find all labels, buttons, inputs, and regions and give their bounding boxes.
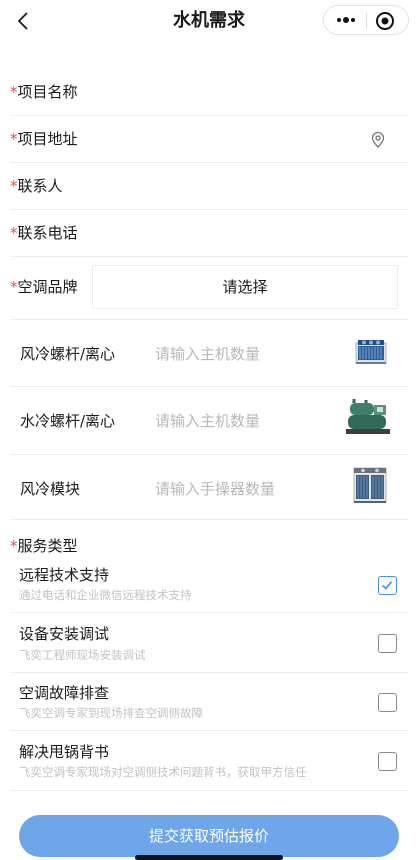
water-cooled-screw-quantity-input[interactable]: 请输入主机数量 bbox=[155, 410, 260, 432]
required-mark: * bbox=[10, 130, 18, 148]
checkbox-unchecked[interactable] bbox=[378, 634, 397, 653]
ac-brand-select[interactable]: 请选择 bbox=[92, 265, 398, 309]
water-cooled-chiller-image bbox=[346, 399, 390, 434]
required-mark: * bbox=[10, 177, 18, 195]
home-indicator bbox=[135, 855, 283, 860]
air-cooled-chiller-image bbox=[355, 340, 387, 364]
divider bbox=[10, 519, 408, 520]
required-mark: * bbox=[10, 224, 18, 242]
project-name-label: 项目名称 bbox=[17, 83, 78, 101]
divider bbox=[10, 256, 408, 257]
mini-program-capsule bbox=[323, 5, 409, 35]
ac-brand-label: 空调品牌 bbox=[17, 278, 78, 296]
contact-field[interactable]: *联系人 bbox=[10, 175, 63, 197]
check-icon bbox=[381, 581, 393, 590]
location-icon[interactable] bbox=[369, 131, 387, 149]
divider bbox=[10, 319, 408, 320]
divider bbox=[10, 672, 408, 673]
service-type-title: 服务类型 bbox=[17, 537, 78, 555]
divider bbox=[10, 115, 408, 116]
service-desc: 通过电话和企业微信远程技术支持 bbox=[19, 588, 192, 602]
divider bbox=[10, 730, 408, 731]
checkbox-unchecked[interactable] bbox=[378, 693, 397, 712]
ac-brand-label-group: *空调品牌 bbox=[10, 276, 78, 298]
project-address-field[interactable]: *项目地址 bbox=[10, 128, 78, 150]
service-desc: 飞奕空调专家现场对空调侧技术问题背书，获取甲方信任 bbox=[19, 765, 307, 779]
air-cooled-module-quantity-input[interactable]: 请输入手操器数量 bbox=[155, 478, 275, 500]
unit-label-water-cooled-screw: 水冷螺杆/离心 bbox=[20, 412, 116, 430]
phone-label: 联系电话 bbox=[17, 224, 78, 242]
checkbox-unchecked[interactable] bbox=[378, 752, 397, 771]
air-cooled-module-image bbox=[353, 467, 387, 503]
more-icon[interactable] bbox=[334, 11, 358, 29]
close-icon[interactable] bbox=[374, 10, 396, 32]
divider bbox=[10, 454, 408, 455]
phone-field[interactable]: *联系电话 bbox=[10, 222, 78, 244]
divider bbox=[10, 612, 408, 613]
required-mark: * bbox=[10, 537, 18, 555]
divider bbox=[10, 209, 408, 210]
required-mark: * bbox=[10, 278, 18, 296]
service-title: 远程技术支持 bbox=[19, 566, 110, 584]
air-cooled-screw-quantity-input[interactable]: 请输入主机数量 bbox=[155, 343, 260, 365]
service-title: 设备安装调试 bbox=[19, 625, 110, 643]
unit-label-air-cooled-module: 风冷模块 bbox=[20, 480, 81, 498]
service-desc: 飞奕工程师现场安装调试 bbox=[19, 648, 146, 662]
contact-label: 联系人 bbox=[17, 177, 63, 195]
service-desc: 飞奕空调专家到现场排查空调侧故障 bbox=[19, 706, 203, 720]
divider bbox=[10, 162, 408, 163]
checkbox-checked[interactable] bbox=[378, 576, 397, 595]
project-address-label: 项目地址 bbox=[17, 130, 78, 148]
divider bbox=[10, 386, 408, 387]
unit-label-air-cooled-screw: 风冷螺杆/离心 bbox=[20, 345, 116, 363]
service-title: 空调故障排查 bbox=[19, 684, 110, 702]
divider bbox=[10, 790, 408, 791]
project-name-field[interactable]: *项目名称 bbox=[10, 81, 78, 103]
nav-bar: 水机需求 bbox=[0, 0, 418, 44]
submit-button[interactable]: 提交获取预估报价 bbox=[19, 815, 399, 857]
service-type-header: *服务类型 bbox=[10, 535, 78, 557]
service-title: 解决甩锅背书 bbox=[19, 743, 110, 761]
required-mark: * bbox=[10, 83, 18, 101]
capsule-divider bbox=[366, 13, 367, 28]
